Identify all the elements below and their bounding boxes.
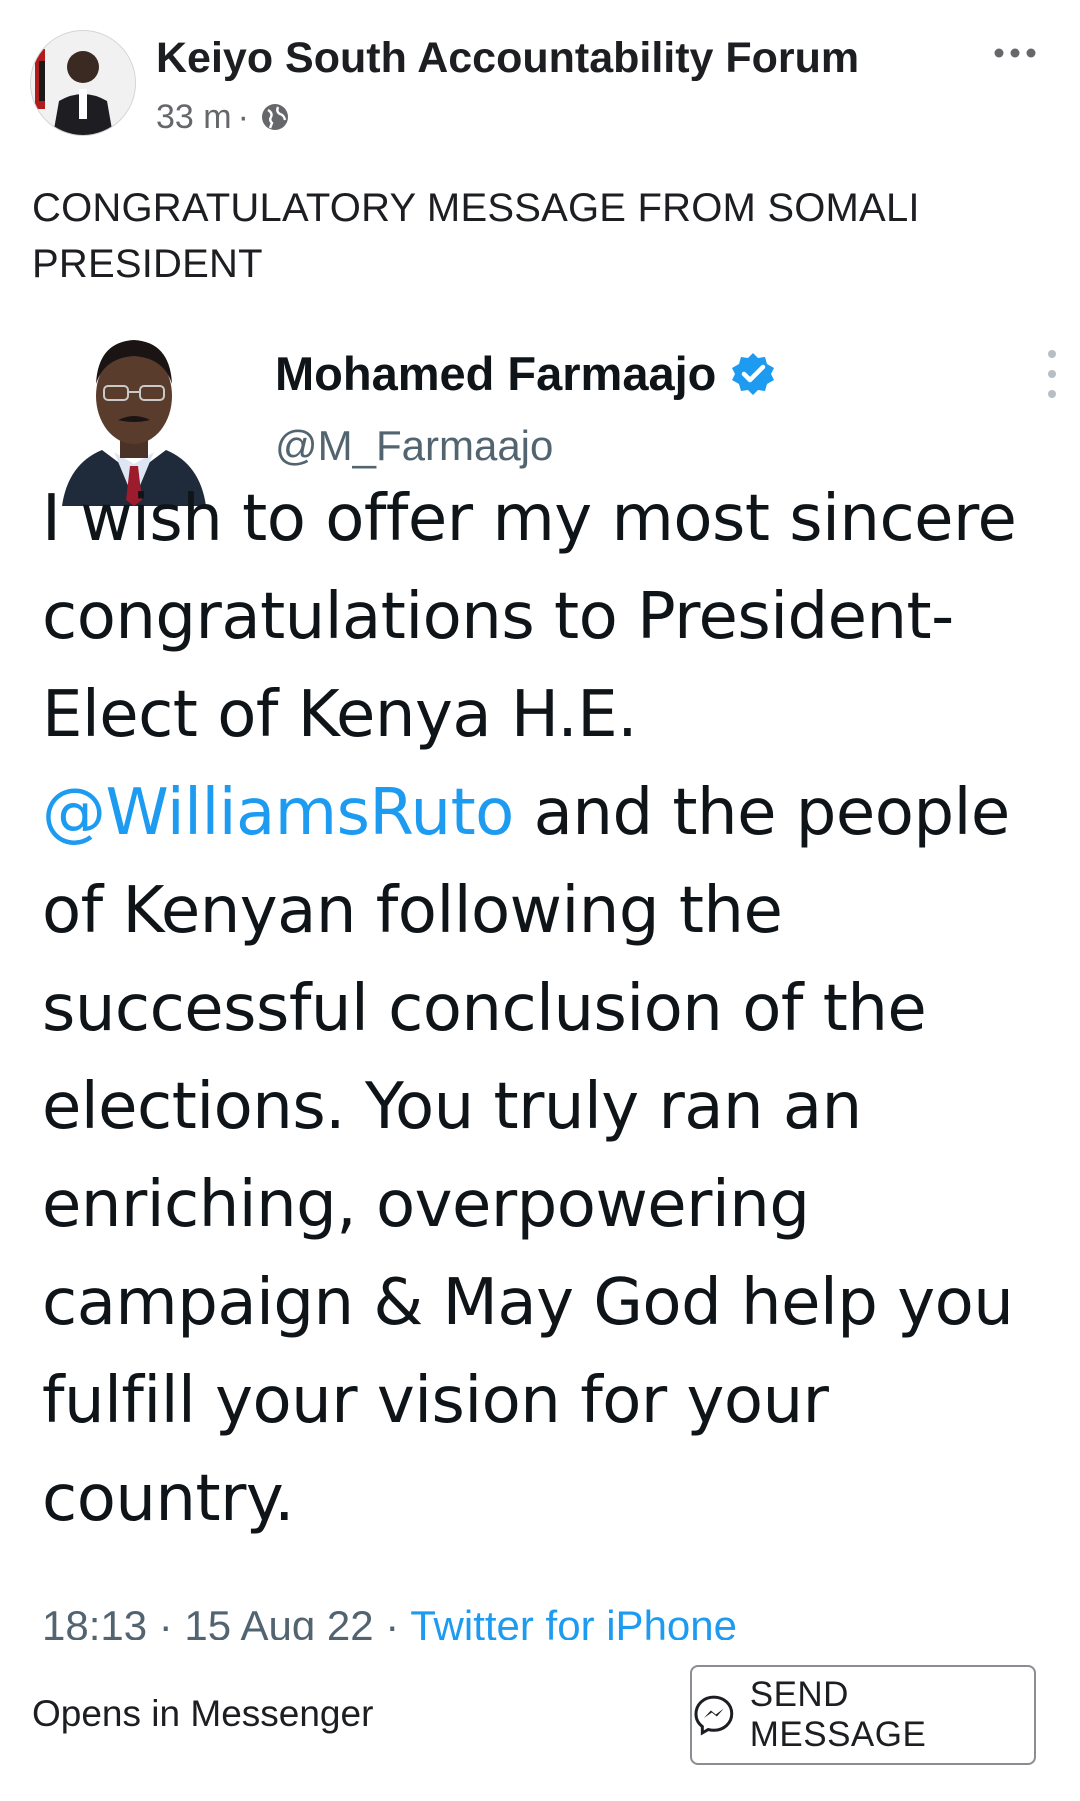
more-horizontal-icon[interactable]	[990, 38, 1040, 68]
globe-icon	[261, 104, 288, 130]
tweet-body: I wish to offer my most sincere congratu…	[42, 470, 1072, 1548]
post-time[interactable]: 33 m	[156, 98, 232, 137]
send-message-label: SEND MESSAGE	[749, 1675, 927, 1754]
send-message-button[interactable]: SEND MESSAGE	[690, 1665, 1036, 1765]
post-meta: 33 m ·	[156, 92, 291, 142]
tweet-mention-link[interactable]: @WilliamsRuto	[42, 776, 514, 850]
messenger-cta-bar: Opens in Messenger SEND MESSAGE	[0, 1655, 1080, 1775]
tweet-author-handle[interactable]: @M_Farmaajo	[275, 422, 553, 470]
post-header: Keiyo South Accountability Forum 33 m ·	[30, 30, 1050, 140]
more-vertical-icon[interactable]	[1044, 344, 1060, 404]
tweet-author-name[interactable]: Mohamed Farmaajo	[275, 346, 716, 401]
tweet-screenshot[interactable]: Mohamed Farmaajo @M_Farmaajo I wish to o…	[30, 300, 1080, 1640]
page-avatar-image	[31, 31, 135, 135]
meta-separator: ·	[237, 97, 249, 136]
tweet-body-text-end: and the people of Kenyan following the s…	[42, 776, 1014, 1536]
page-avatar[interactable]	[30, 30, 136, 136]
tweet-footer: 18:13 · 15 Aug 22 · Twitter for iPhone	[42, 1602, 737, 1640]
post-text: CONGRATULATORY MESSAGE FROM SOMALI PRESI…	[32, 186, 920, 286]
verified-badge-icon	[732, 352, 775, 395]
tweet-body-text-start: I wish to offer my most sincere congratu…	[42, 482, 1017, 752]
messenger-icon	[694, 1695, 734, 1736]
cta-caption: Opens in Messenger	[32, 1693, 374, 1734]
tweet-client-link[interactable]: Twitter for iPhone	[410, 1602, 737, 1640]
tweet-author-row: Mohamed Farmaajo	[275, 346, 776, 401]
tweet-timestamp[interactable]: 18:13 · 15 Aug 22 ·	[42, 1602, 410, 1640]
page-name[interactable]: Keiyo South Accountability Forum	[156, 32, 859, 84]
